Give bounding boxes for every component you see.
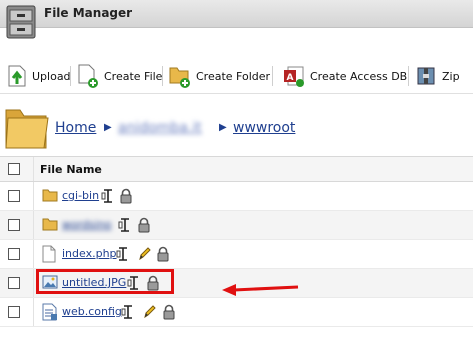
create-file-icon bbox=[78, 64, 98, 88]
toolbar-divider bbox=[70, 66, 71, 86]
upload-icon bbox=[8, 65, 26, 87]
upload-label: Upload bbox=[32, 69, 71, 83]
row-checkbox[interactable] bbox=[8, 306, 20, 318]
title-bar: File Manager bbox=[0, 0, 473, 28]
rename-icon[interactable] bbox=[121, 304, 135, 320]
breadcrumb-arrow-icon: ▶ bbox=[104, 122, 112, 133]
column-divider bbox=[33, 211, 34, 239]
column-divider bbox=[33, 240, 34, 268]
rename-icon[interactable] bbox=[118, 217, 132, 233]
create-folder-icon bbox=[169, 67, 190, 88]
file-name-header[interactable]: File Name bbox=[40, 163, 102, 176]
zip-label: Zip bbox=[442, 69, 460, 83]
svg-text:A: A bbox=[287, 73, 294, 83]
breadcrumb-domain[interactable]: anidomba.it bbox=[118, 120, 202, 136]
toolbar-divider bbox=[162, 66, 163, 86]
edit-icon[interactable] bbox=[142, 304, 156, 320]
file-icon bbox=[42, 245, 56, 263]
zip-icon bbox=[417, 67, 435, 85]
lock-icon[interactable] bbox=[156, 246, 170, 262]
create-folder-button[interactable]: Create Folder bbox=[168, 62, 270, 90]
create-file-label: Create File bbox=[104, 69, 163, 83]
create-folder-label: Create Folder bbox=[196, 69, 271, 83]
red-arrow-icon bbox=[222, 284, 299, 296]
edit-icon[interactable] bbox=[137, 246, 151, 262]
column-divider bbox=[33, 157, 34, 181]
upload-button[interactable]: Upload bbox=[6, 62, 71, 90]
file-name-link[interactable]: wordsino bbox=[62, 218, 112, 231]
breadcrumb: Home ▶ anidomba.it ▶ wwwroot bbox=[0, 100, 473, 156]
config-icon bbox=[42, 303, 57, 321]
row-checkbox[interactable] bbox=[8, 248, 20, 260]
create-access-db-label: Create Access DB bbox=[310, 69, 408, 83]
column-divider bbox=[33, 182, 34, 210]
file-cabinet-icon bbox=[6, 5, 36, 39]
table-row: cgi-bin bbox=[0, 182, 473, 211]
rename-icon[interactable] bbox=[101, 188, 115, 204]
table-header: File Name bbox=[0, 156, 473, 182]
file-name-link[interactable]: cgi-bin bbox=[62, 189, 99, 202]
row-checkbox[interactable] bbox=[8, 277, 20, 289]
highlight-box bbox=[36, 269, 174, 294]
row-checkbox[interactable] bbox=[8, 219, 20, 231]
breadcrumb-current[interactable]: wwwroot bbox=[233, 120, 295, 136]
table-row: web.config bbox=[0, 298, 473, 327]
lock-icon[interactable] bbox=[137, 217, 151, 233]
folder-icon bbox=[5, 109, 49, 149]
select-all-checkbox[interactable] bbox=[8, 163, 20, 175]
lock-icon[interactable] bbox=[119, 188, 133, 204]
create-file-button[interactable]: Create File bbox=[76, 62, 162, 90]
toolbar: Upload Create File Create Folder A Creat… bbox=[0, 58, 473, 94]
rename-icon[interactable] bbox=[116, 246, 130, 262]
toolbar-divider bbox=[408, 66, 409, 86]
breadcrumb-home[interactable]: Home bbox=[55, 120, 96, 136]
file-name-link[interactable]: web.config bbox=[62, 305, 122, 318]
column-divider bbox=[33, 269, 34, 297]
toolbar-divider bbox=[272, 66, 273, 86]
folder-icon bbox=[42, 189, 58, 202]
column-divider bbox=[33, 298, 34, 326]
file-table: File Name cgi-bin wordsino index.php unt… bbox=[0, 156, 473, 327]
table-row: wordsino bbox=[0, 211, 473, 240]
app-title: File Manager bbox=[44, 6, 133, 20]
table-row: index.php bbox=[0, 240, 473, 269]
file-name-link[interactable]: index.php bbox=[62, 247, 117, 260]
folder-icon bbox=[42, 218, 58, 231]
lock-icon[interactable] bbox=[162, 304, 176, 320]
create-access-db-button[interactable]: A Create Access DB bbox=[282, 62, 407, 90]
row-checkbox[interactable] bbox=[8, 190, 20, 202]
breadcrumb-arrow-icon: ▶ bbox=[219, 122, 227, 133]
access-db-icon: A bbox=[284, 66, 304, 87]
zip-button[interactable]: Zip bbox=[416, 62, 460, 90]
